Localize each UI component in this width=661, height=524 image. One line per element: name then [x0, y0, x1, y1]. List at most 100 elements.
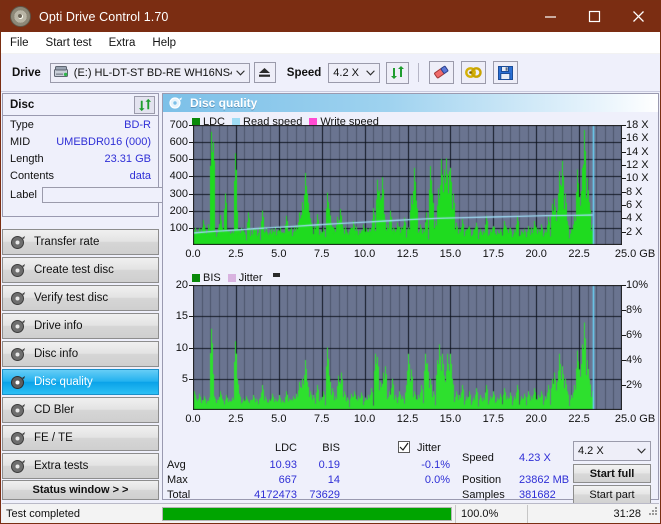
sidebar-label: Disc quality: [34, 376, 93, 388]
status-window-button[interactable]: Status window > >: [2, 480, 159, 500]
y2-tick-label: 6%: [626, 329, 642, 341]
refresh-button[interactable]: [386, 61, 410, 84]
sidebar-item-fe-te[interactable]: FE / TE: [2, 425, 159, 451]
x-tick-label: 10.0: [353, 413, 376, 425]
sidebar-label: FE / TE: [34, 432, 73, 444]
stats-position-label: Position: [462, 474, 502, 486]
y2-tick: [622, 360, 626, 361]
disc-info-box: Disc Type BD-R MID UMEBDR016 (000) Lengt…: [2, 93, 245, 217]
stats-avg-bis: 0.19: [318, 459, 340, 471]
stats-row-max-label: Max: [167, 474, 188, 486]
disc-box-header: Disc: [3, 94, 158, 116]
stats-area: LDC BIS Jitter Avg 10.93 0.19 -0.1% Max …: [164, 439, 659, 504]
speed-select[interactable]: 4.2 X: [328, 62, 381, 83]
stats-samples-label: Samples: [462, 489, 505, 501]
stats-row-total-label: Total: [167, 489, 191, 501]
stats-header-ldc: LDC: [274, 442, 297, 454]
start-full-button[interactable]: Start full: [573, 464, 651, 483]
disc-test-icon: [10, 263, 27, 278]
speed-value: 4.2 X: [333, 66, 359, 79]
disc-key-mid: MID: [10, 135, 31, 148]
sidebar-label: Disc info: [34, 348, 79, 360]
disc-value-type: BD-R: [124, 118, 151, 131]
drive-value: (E:) HL-DT-ST BD-RE WH16NS48 1.D3: [73, 66, 232, 79]
sidebar-label: Transfer rate: [34, 236, 100, 248]
sidebar-label: Drive info: [34, 320, 83, 332]
start-part-button[interactable]: Start part: [573, 485, 651, 504]
stats-max-jitter: 0.0%: [424, 474, 450, 486]
y-tick: [189, 316, 193, 318]
progress-bar: [162, 506, 452, 521]
save-button[interactable]: [493, 61, 519, 84]
stats-header-bis: BIS: [322, 442, 340, 454]
sidebar-item-verify-test-disc[interactable]: Verify test disc: [2, 285, 159, 311]
stats-avg-ldc: 10.93: [269, 459, 297, 471]
maximize-icon[interactable]: [572, 1, 616, 32]
y2-tick-label: 4%: [626, 354, 642, 366]
x-tick-label: 25.0 GB: [614, 413, 656, 425]
resize-grip[interactable]: [647, 505, 659, 523]
eject-icon: [259, 68, 271, 77]
disc-refresh-button[interactable]: [134, 95, 155, 114]
disc-row-mid: MID UMEBDR016 (000): [3, 133, 158, 150]
x-tick-label: 2.5: [228, 413, 244, 425]
disc-test-icon: [10, 347, 27, 362]
test-speed-select[interactable]: 4.2 X: [573, 441, 651, 461]
sidebar-item-extra-tests[interactable]: Extra tests: [2, 453, 159, 479]
disc-label-key: Label: [10, 189, 37, 201]
drive-select[interactable]: (E:) HL-DT-ST BD-RE WH16NS48 1.D3: [49, 62, 250, 83]
menu-item-extra[interactable]: Extra: [109, 37, 136, 49]
sidebar-label: Create test disc: [34, 264, 114, 276]
progress-bar-fill: [163, 507, 451, 520]
x-tick-label: 22.5: [568, 413, 590, 425]
disc-row-type: Type BD-R: [3, 116, 158, 133]
refresh-icon: [138, 98, 151, 111]
jitter-checkbox[interactable]: [398, 441, 410, 453]
menu-item-file[interactable]: File: [10, 37, 29, 49]
window-controls: [528, 1, 660, 32]
disc-value-mid: UMEBDR016 (000): [56, 135, 151, 148]
disc-key-length: Length: [10, 152, 44, 165]
y2-tick: [622, 310, 626, 311]
eraser-icon: [434, 65, 449, 79]
sidebar-item-create-test-disc[interactable]: Create test disc: [2, 257, 159, 283]
chevron-down-icon: [232, 69, 249, 76]
stats-position-value: 23862 MB: [519, 474, 570, 486]
close-icon[interactable]: [616, 1, 660, 32]
x-tick-label: 15.0: [439, 413, 462, 425]
disc-key-contents: Contents: [10, 169, 55, 182]
menu-item-start-test[interactable]: Start test: [46, 37, 92, 49]
elapsed-time: 31:28: [527, 504, 647, 523]
sidebar-item-disc-quality[interactable]: Disc quality: [2, 369, 159, 395]
disc-test-icon: [10, 375, 27, 390]
y2-tick-label: 8%: [626, 304, 642, 316]
bitsetting-icon: [465, 67, 482, 78]
x-tick-label: 17.5: [482, 413, 505, 425]
menu-item-help[interactable]: Help: [152, 37, 176, 49]
disc-row-contents: Contents data: [3, 167, 158, 184]
x-tick-label: 12.5: [396, 413, 419, 425]
erase-button[interactable]: [429, 61, 455, 84]
stats-max-bis: 14: [327, 474, 340, 486]
x-tick-label: 20.0: [525, 413, 547, 425]
disc-test-icon: [10, 319, 27, 334]
toolbar: Drive (E:) HL-DT-ST BD-RE WH16NS48 1.D3: [1, 54, 660, 92]
status-bar: Test completed 100.0% 31:28: [2, 503, 659, 523]
y-tick-label: 20: [175, 279, 188, 291]
progress-percent: 100.0%: [455, 504, 527, 523]
sidebar-label: Verify test disc: [34, 292, 109, 304]
minimize-icon[interactable]: [528, 1, 572, 32]
sidebar-label: CD Bler: [34, 404, 75, 416]
bis-chart: 5 10 15 20 2% 4% 6% 8% 10% 0.0 2.5 5.0 7.5 10.0 12.5…: [163, 94, 658, 439]
bitsetting-button[interactable]: [461, 61, 487, 84]
chevron-down-icon: [633, 448, 650, 454]
disc-test-icon: [10, 403, 27, 418]
disc-key-type: Type: [10, 118, 34, 131]
sidebar-item-transfer-rate[interactable]: Transfer rate: [2, 229, 159, 255]
sidebar-item-drive-info[interactable]: Drive info: [2, 313, 159, 339]
sidebar-item-cd-bler[interactable]: CD Bler: [2, 397, 159, 423]
eject-button[interactable]: [253, 62, 276, 83]
stats-avg-jitter: -0.1%: [421, 459, 450, 471]
title-bar: Opti Drive Control 1.70: [1, 1, 660, 32]
sidebar-item-disc-info[interactable]: Disc info: [2, 341, 159, 367]
